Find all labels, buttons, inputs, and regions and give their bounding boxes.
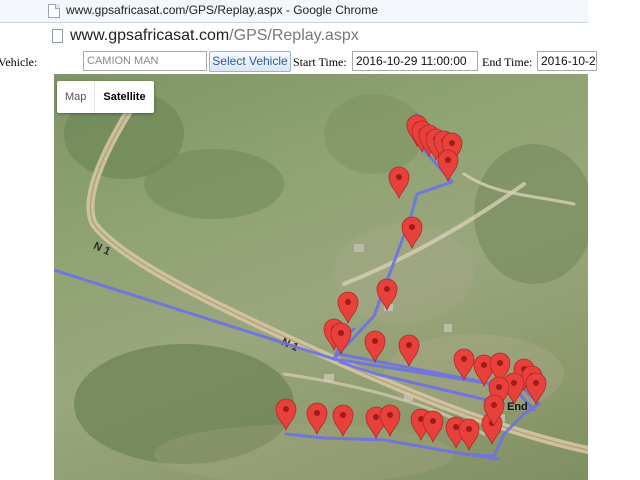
url-host: www.gpsafricasat.com <box>70 27 230 44</box>
map-marker-icon[interactable] <box>437 149 459 182</box>
window-title: www.gpsafricasat.com/GPS/Replay.aspx - G… <box>66 3 378 17</box>
replay-toolbar: Vehicle: CAMION MAN Select Vehicle Start… <box>0 50 597 74</box>
address-bar[interactable]: www.gpsafricasat.com/GPS/Replay.aspx <box>0 23 588 52</box>
map-type-map-button[interactable]: Map <box>57 81 94 113</box>
url-path: /GPS/Replay.aspx <box>229 27 359 44</box>
map-marker-icon[interactable] <box>458 418 480 451</box>
terrain-layer <box>64 89 588 480</box>
map-type-control: Map Satellite <box>57 81 154 113</box>
url-text[interactable]: www.gpsafricasat.com/GPS/Replay.aspx <box>70 27 359 45</box>
page-favicon-icon <box>48 4 60 18</box>
page-icon <box>52 29 63 43</box>
start-time-input[interactable]: 2016-10-29 11:00:00 <box>352 51 478 71</box>
map-marker-icon[interactable] <box>388 166 410 199</box>
map-canvas[interactable]: N 1 N 1 End <box>54 74 588 480</box>
select-vehicle-button[interactable]: Select Vehicle <box>209 51 291 72</box>
map-marker-icon[interactable] <box>364 330 386 363</box>
map-type-satellite-button[interactable]: Satellite <box>94 81 153 113</box>
route-end-label: End <box>507 401 528 413</box>
end-time-label: End Time: <box>482 55 533 69</box>
vehicle-input[interactable]: CAMION MAN <box>83 51 207 71</box>
browser-title-bar: www.gpsafricasat.com/GPS/Replay.aspx - G… <box>0 0 588 23</box>
map-marker-icon[interactable] <box>337 291 359 324</box>
end-time-input[interactable]: 2016-10-29 <box>537 51 597 71</box>
start-time-label: Start Time: <box>293 55 347 69</box>
vehicle-label: Vehicle: <box>0 55 38 69</box>
map-view[interactable]: N 1 N 1 End Map Satellite <box>54 74 588 480</box>
